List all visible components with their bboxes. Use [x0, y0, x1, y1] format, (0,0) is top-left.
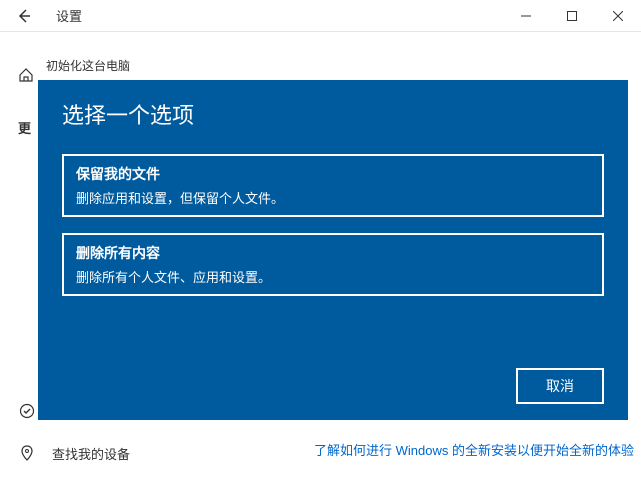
window-title: 设置 — [56, 6, 82, 25]
location-icon — [18, 445, 36, 461]
check-circle-icon — [18, 403, 36, 419]
cancel-button[interactable]: 取消 — [516, 368, 604, 404]
minimize-button[interactable] — [503, 0, 549, 31]
fresh-install-link[interactable]: 了解如何进行 Windows 的全新安装以便开始全新的体验 — [314, 440, 641, 459]
option-desc: 删除应用和设置，但保留个人文件。 — [76, 188, 590, 207]
option-title: 删除所有内容 — [76, 243, 590, 263]
minimize-icon — [521, 11, 531, 21]
window-controls — [503, 0, 641, 31]
maximize-button[interactable] — [549, 0, 595, 31]
close-icon — [613, 11, 623, 21]
sidebar-item-label: 查找我的设备 — [52, 444, 130, 463]
dialog-heading: 选择一个选项 — [62, 98, 604, 130]
option-keep-files[interactable]: 保留我的文件 删除应用和设置，但保留个人文件。 — [62, 154, 604, 217]
option-desc: 删除所有个人文件、应用和设置。 — [76, 267, 590, 286]
arrow-left-icon — [16, 8, 32, 24]
option-title: 保留我的文件 — [76, 164, 590, 184]
dialog-body: 选择一个选项 保留我的文件 删除应用和设置，但保留个人文件。 删除所有内容 删除… — [38, 80, 628, 420]
sidebar-item-find-device[interactable]: 查找我的设备 — [18, 432, 290, 474]
close-button[interactable] — [595, 0, 641, 31]
titlebar-left: 设置 — [0, 0, 82, 31]
option-remove-everything[interactable]: 删除所有内容 删除所有个人文件、应用和设置。 — [62, 233, 604, 296]
reset-pc-dialog: 初始化这台电脑 选择一个选项 保留我的文件 删除应用和设置，但保留个人文件。 删… — [38, 50, 628, 420]
titlebar: 设置 — [0, 0, 641, 32]
maximize-icon — [567, 11, 577, 21]
back-button[interactable] — [0, 0, 48, 31]
home-icon — [18, 67, 34, 86]
dialog-titlebar: 初始化这台电脑 — [38, 50, 628, 80]
